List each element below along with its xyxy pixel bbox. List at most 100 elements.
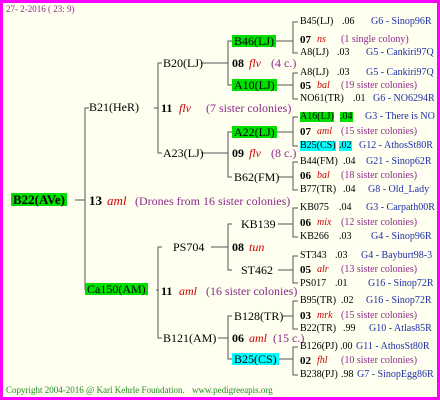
gen4-year: .03 [337, 67, 350, 78]
gen4-location: G5 - Cankiri97Q [366, 47, 434, 58]
gen2-line-name: tun [249, 240, 265, 254]
gen2-queen-code[interactable]: B121(AM) [163, 332, 216, 344]
gen2-sister-note: (8 c.) [271, 146, 297, 160]
footer-copyright: Copyright 2004-2016 @ Karl Kehrle Founda… [6, 385, 185, 395]
gen2-queen-code[interactable]: PS704 [173, 241, 204, 253]
gen2-line-name: flv [249, 56, 261, 70]
gen4-mid-year: 07 [300, 34, 311, 46]
gen2-year: 08 [232, 56, 244, 70]
root-year: 13 [89, 193, 102, 208]
gen4-location: G21 - Sinop62R [366, 156, 432, 167]
gen4-queen-code[interactable]: A8(LJ) [300, 68, 329, 78]
root-drone-note: (Drones from 16 sister colonies) [135, 194, 291, 208]
gen2-sister-note: (4 c.) [271, 56, 297, 70]
gen2-queen-code[interactable]: A23(LJ) [163, 147, 204, 159]
gen4-year: .04 [343, 184, 356, 195]
gen4-queen-code[interactable]: B77(TR) [300, 185, 336, 195]
gen4-queen-code[interactable]: NO61(TR) [300, 94, 344, 104]
gen4-year: .01 [335, 278, 348, 289]
report-date: 27- 2-2016 ( 23: 9) [6, 4, 75, 14]
gen2-year: 09 [232, 146, 244, 160]
gen4-year: .02 [339, 140, 352, 151]
gen4-queen-code[interactable]: B22(TR) [300, 324, 336, 334]
gen3-queen-code[interactable]: ST462 [241, 264, 273, 276]
gen4-location: G7 - SinopEgg86R [357, 369, 434, 380]
gen4-location: G12 - AthosSt80R [359, 140, 433, 151]
gen4-mid-year: 05 [300, 80, 311, 92]
gen4-location: G4 - Sinop96R [371, 231, 432, 242]
gen1-line-name: aml [179, 284, 197, 298]
gen4-location: G4 - Bayburt98-3 [361, 250, 433, 261]
gen4-year: .03 [339, 231, 352, 242]
root-queen-code[interactable]: B22(AVe) [11, 193, 68, 206]
gen4-queen-code[interactable]: ST343 [300, 251, 327, 261]
gen1-sister-note: (16 sister colonies) [206, 284, 298, 298]
gen3-queen-code[interactable]: B25(CS) [232, 353, 279, 365]
gen4-mid-year: 07 [300, 126, 311, 138]
gen4-year: .03 [335, 250, 348, 261]
gen3-queen-code[interactable]: B46(LJ) [232, 35, 276, 47]
gen4-location: G8 - Old_Lady [368, 184, 430, 195]
gen4-queen-code[interactable]: PS017 [300, 279, 326, 289]
gen3-queen-code[interactable]: B62(FM) [234, 171, 279, 183]
gen4-mid-year: 03 [300, 310, 311, 322]
gen4-queen-code[interactable]: B44(FM) [300, 157, 338, 167]
gen4-mid-note: (12 sister colonies) [341, 217, 418, 228]
gen4-queen-code[interactable]: B238(PJ) [300, 370, 338, 380]
gen4-location: G3 - There is NO [365, 111, 435, 122]
gen4-queen-code[interactable]: B25(CS) [300, 141, 336, 151]
gen4-queen-code[interactable]: A16(LJ) [300, 112, 334, 122]
gen4-year: .98 [341, 369, 354, 380]
gen2-year: 06 [232, 331, 244, 345]
gen4-queen-code[interactable]: KB075 [300, 203, 329, 213]
gen4-queen-code[interactable]: B126(PJ) [300, 342, 338, 352]
footer-url[interactable]: www.pedigreeapis.org [192, 386, 273, 395]
gen4-year: .01 [353, 93, 366, 104]
gen4-year: .00 [340, 341, 353, 352]
gen4-queen-code[interactable]: A8(LJ) [300, 48, 329, 58]
gen1-queen-code[interactable]: Ca150(AM) [85, 283, 148, 295]
gen4-year: .04 [340, 111, 353, 122]
gen4-queen-code[interactable]: B95(TR) [300, 296, 336, 306]
gen4-queen-code[interactable]: KB266 [300, 232, 329, 242]
gen4-year: .03 [337, 47, 350, 58]
gen3-queen-code[interactable]: A22(LJ) [232, 126, 277, 138]
gen4-mid-note: (1 single colony) [341, 34, 409, 45]
gen3-queen-code[interactable]: B128(TR) [234, 310, 283, 322]
gen4-location: G3 - Carpath00R [366, 202, 435, 213]
gen2-line-name: aml [249, 331, 267, 345]
gen4-location: G6 - Sinop96R [371, 16, 432, 27]
gen3-queen-code[interactable]: KB139 [241, 218, 276, 230]
pedigree-frame: 27- 2-2016 ( 23: 9) B22(AVe) 13 aml (Dro… [0, 0, 440, 400]
gen4-location: G11 - AthosSt80R [356, 341, 430, 352]
gen2-queen-code[interactable]: B20(LJ) [163, 57, 203, 69]
gen4-year: .04 [339, 202, 352, 213]
gen1-year: 11 [161, 284, 173, 298]
gen4-mid-line: bal [317, 170, 330, 181]
gen4-mid-note: (15 sister colonies) [341, 126, 418, 137]
gen4-location: G10 - Atlas85R [369, 323, 432, 334]
gen4-mid-note: (10 sister colonies) [341, 355, 418, 366]
gen2-year: 08 [232, 240, 244, 254]
gen4-mid-year: 06 [300, 217, 311, 229]
gen4-mid-line: fhl [317, 355, 328, 366]
gen4-mid-line: mix [317, 217, 332, 228]
gen4-location: G6 - NO6294R [373, 93, 435, 104]
gen1-queen-code[interactable]: B21(HeR) [89, 101, 139, 113]
gen4-location: G16 - Sinop72R [366, 295, 432, 306]
gen1-sister-note: (7 sister colonies) [206, 101, 292, 115]
gen4-mid-note: (13 sister colonies) [341, 264, 418, 275]
gen4-queen-code[interactable]: B45(LJ) [300, 17, 333, 27]
gen1-year: 11 [161, 101, 173, 115]
gen4-mid-note: (19 sister colonies) [341, 80, 418, 91]
gen4-mid-line: ns [317, 34, 326, 45]
gen4-mid-line: aml [317, 126, 332, 137]
gen3-queen-code[interactable]: A10(LJ) [232, 79, 277, 91]
gen4-mid-note: (18 sister colonies) [341, 170, 418, 181]
gen1-line-name: flv [179, 101, 191, 115]
gen4-mid-line: alr [317, 264, 329, 275]
gen4-year: .99 [343, 323, 356, 334]
gen4-mid-year: 05 [300, 264, 311, 276]
gen4-mid-line: mrk [317, 310, 333, 321]
gen4-year: .04 [343, 156, 356, 167]
